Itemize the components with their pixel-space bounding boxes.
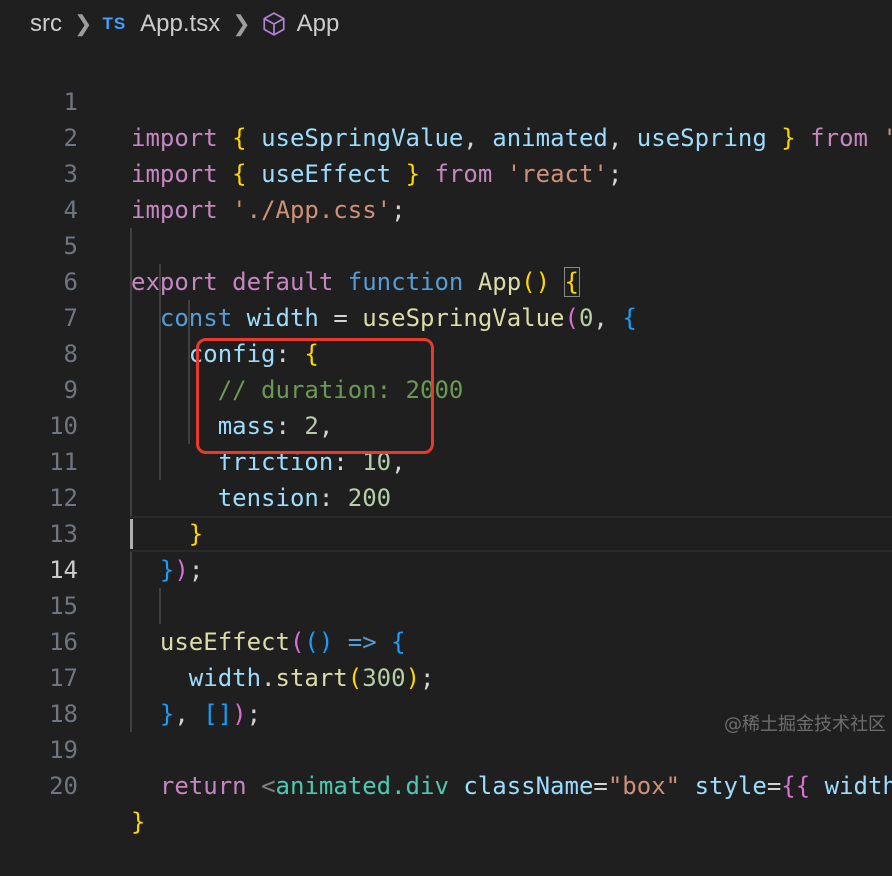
code-line[interactable]: 2 import { useEffect } from 'react'; [0, 84, 892, 188]
code-line[interactable]: 1 import { useSpringValue, animated, use… [0, 48, 892, 152]
property: width [824, 772, 892, 800]
annotation-highlight-box [196, 338, 434, 454]
code-line[interactable]: 7 config: { [0, 264, 892, 368]
chevron-right-icon: ❯ [232, 11, 251, 36]
bracket: } [131, 808, 146, 836]
code-editor[interactable]: 1 import { useSpringValue, animated, use… [0, 48, 892, 836]
jsx-attribute: style [694, 772, 767, 800]
code-line[interactable]: 16 width.start(300); [0, 588, 892, 692]
typescript-file-icon: TS [102, 14, 127, 33]
string: "box" [607, 772, 681, 800]
code-line[interactable]: 15 useEffect(() => { [0, 552, 892, 656]
jsx-attribute: className [463, 772, 594, 800]
jsx-tag: animated.div [275, 772, 449, 800]
code-line[interactable]: 4 [0, 156, 892, 224]
operator: = [593, 772, 608, 800]
code-line[interactable]: 18 [0, 660, 892, 728]
code-line[interactable]: 17 }, []); [0, 624, 892, 728]
code-line[interactable]: 3 import './App.css'; [0, 120, 892, 224]
code-line[interactable]: 11 tension: 200 [0, 408, 892, 512]
punctuation: < [261, 772, 276, 800]
code-line[interactable]: 10 friction: 10, [0, 372, 892, 476]
breadcrumb-folder[interactable]: src [30, 10, 62, 38]
bracket: {{ [781, 772, 811, 800]
code-line[interactable]: 8 // duration: 2000 [0, 300, 892, 404]
code-line[interactable]: 12 } [0, 444, 892, 548]
text-cursor [130, 519, 133, 549]
code-line[interactable]: 9 mass: 2, [0, 336, 892, 440]
operator: = [766, 772, 782, 800]
watermark: @稀土掘金技术社区 [724, 714, 886, 735]
code-line[interactable]: 20 } [0, 732, 892, 836]
code-line-current[interactable]: 14 [0, 516, 892, 584]
code-line[interactable]: 13 }); [0, 480, 892, 584]
breadcrumb-file[interactable]: App.tsx [140, 10, 220, 38]
code-line[interactable]: 6 const width = useSpringValue(0, { [0, 228, 892, 332]
chevron-right-icon: ❯ [74, 11, 93, 36]
breadcrumb-symbol[interactable]: App [297, 10, 340, 38]
keyword: return [159, 772, 247, 800]
code-line[interactable]: 5 export default function App() { [0, 192, 892, 297]
symbol-cube-icon [263, 12, 285, 36]
line-number: 20 [49, 772, 78, 800]
breadcrumb: src ❯ TS App.tsx ❯ App [0, 0, 892, 48]
